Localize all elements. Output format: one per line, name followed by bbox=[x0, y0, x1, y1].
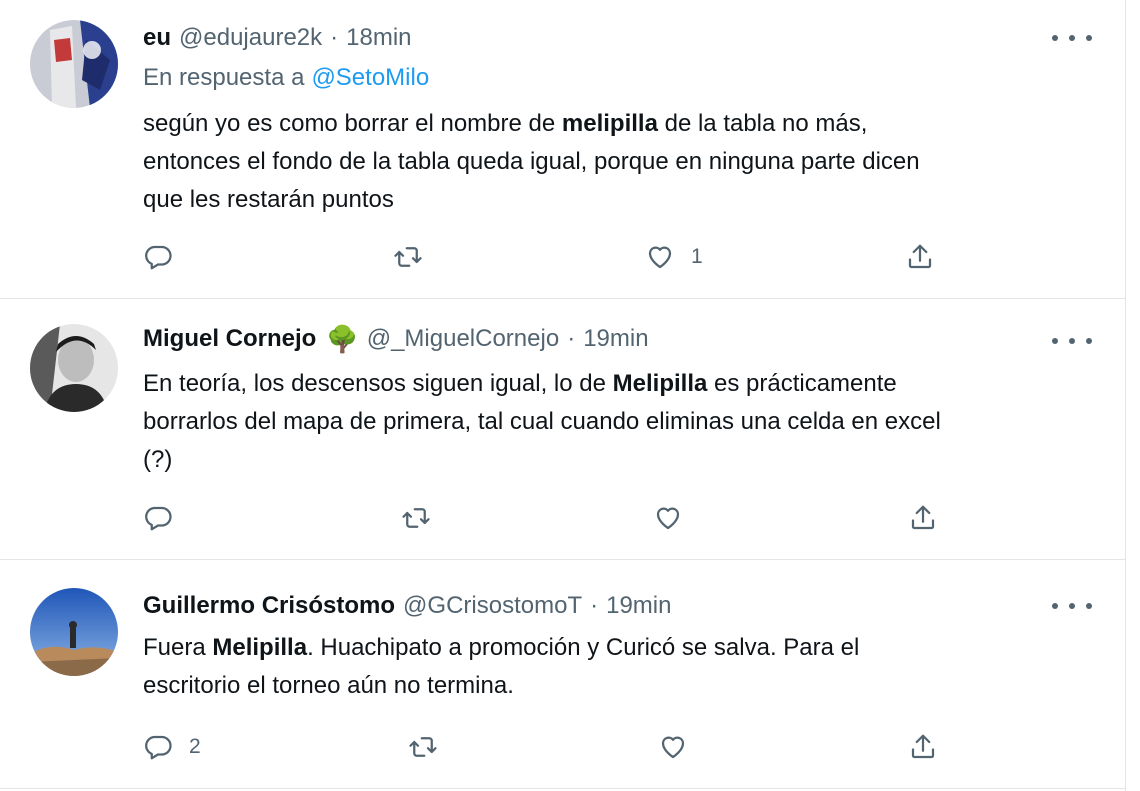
share-icon bbox=[911, 734, 935, 759]
text-segment: es prácticamente bbox=[707, 370, 897, 397]
timestamp[interactable]: 18min bbox=[346, 24, 411, 52]
author-name[interactable]: eu bbox=[143, 24, 171, 52]
share-icon bbox=[911, 505, 935, 530]
tree-icon: 🌳 bbox=[326, 324, 359, 354]
retweet-button[interactable] bbox=[393, 240, 439, 274]
tweet-actions: 2 bbox=[143, 730, 943, 764]
text-line: que les restarán puntos bbox=[143, 186, 394, 213]
heart-icon bbox=[656, 507, 680, 530]
timestamp[interactable]: 19min bbox=[606, 592, 671, 620]
like-count: 1 bbox=[691, 245, 703, 268]
text-bold: melipilla bbox=[561, 110, 658, 137]
tweet-text: según yo es como borrar el nombre de mel… bbox=[143, 105, 1083, 219]
share-button[interactable] bbox=[908, 501, 938, 535]
more-icon[interactable] bbox=[1052, 594, 1092, 618]
text-bold: Melipilla bbox=[612, 370, 708, 397]
reply-count: 2 bbox=[189, 735, 201, 758]
reply-context: En respuesta a @SetoMilo bbox=[143, 64, 429, 92]
avatar[interactable] bbox=[30, 588, 118, 676]
share-button[interactable] bbox=[908, 730, 938, 764]
text-bold: Melipilla bbox=[212, 634, 308, 661]
heart-icon bbox=[648, 246, 672, 269]
text-line: borrarlos del mapa de primera, tal cual … bbox=[143, 408, 941, 435]
author-name[interactable]: Guillermo Crisóstomo bbox=[143, 592, 395, 620]
reply-prefix: En respuesta a bbox=[143, 64, 305, 91]
retweet-button[interactable] bbox=[408, 730, 454, 764]
tweet-2[interactable]: Miguel Cornejo 🌳 @_MiguelCornejo · 19min… bbox=[0, 299, 1126, 560]
text-segment: según yo es como borrar el nombre de bbox=[143, 110, 562, 137]
avatar[interactable] bbox=[30, 20, 118, 108]
author-handle[interactable]: @GCrisostomoT bbox=[403, 592, 582, 620]
author-name[interactable]: Miguel Cornejo bbox=[143, 325, 316, 353]
text-line: entonces el fondo de la tabla queda igua… bbox=[143, 148, 920, 175]
text-segment: de la tabla no más, bbox=[657, 110, 868, 137]
reply-icon bbox=[145, 506, 172, 531]
timestamp[interactable]: 19min bbox=[583, 325, 648, 353]
author-handle[interactable]: @_MiguelCornejo bbox=[367, 325, 559, 353]
share-icon bbox=[908, 244, 932, 269]
retweet-icon bbox=[402, 508, 430, 528]
reply-button[interactable]: 2 bbox=[143, 730, 201, 764]
share-button[interactable] bbox=[905, 240, 935, 274]
text-line: (?) bbox=[143, 446, 173, 473]
text-segment: . Huachipato a promoción y Curicó se sal… bbox=[307, 634, 860, 661]
like-button[interactable]: 1 bbox=[645, 240, 703, 274]
like-button[interactable] bbox=[658, 730, 704, 764]
separator: · bbox=[590, 592, 599, 619]
retweet-button[interactable] bbox=[401, 501, 447, 535]
reply-mention[interactable]: @SetoMilo bbox=[311, 64, 429, 91]
more-icon[interactable] bbox=[1052, 26, 1092, 50]
text-segment: Fuera bbox=[143, 634, 213, 661]
separator: · bbox=[567, 325, 576, 352]
retweet-icon bbox=[394, 247, 422, 267]
tweet-actions: 1 bbox=[143, 240, 943, 274]
reply-button[interactable] bbox=[143, 501, 189, 535]
tweet-text: Fuera Melipilla. Huachipato a promoción … bbox=[143, 629, 1083, 705]
heart-icon bbox=[661, 736, 685, 759]
tweet-text: En teoría, los descensos siguen igual, l… bbox=[143, 365, 1083, 479]
tweet-1[interactable]: eu @edujaure2k · 18min En respuesta a @Se… bbox=[0, 0, 1126, 299]
reply-icon bbox=[145, 245, 172, 270]
avatar[interactable] bbox=[30, 324, 118, 412]
like-button[interactable] bbox=[653, 501, 699, 535]
more-icon[interactable] bbox=[1052, 329, 1092, 353]
tweet-3[interactable]: Guillermo Crisóstomo @GCrisostomoT · 19m… bbox=[0, 560, 1126, 789]
reply-icon bbox=[145, 735, 172, 760]
text-segment: En teoría, los descensos siguen igual, l… bbox=[143, 370, 613, 397]
text-line: escritorio el torneo aún no termina. bbox=[143, 672, 514, 699]
separator: · bbox=[330, 24, 339, 51]
timeline-border bbox=[1125, 0, 1140, 791]
reply-button[interactable] bbox=[143, 240, 189, 274]
retweet-icon bbox=[409, 737, 437, 757]
tweet-actions bbox=[143, 501, 943, 535]
author-handle[interactable]: @edujaure2k bbox=[179, 24, 322, 52]
